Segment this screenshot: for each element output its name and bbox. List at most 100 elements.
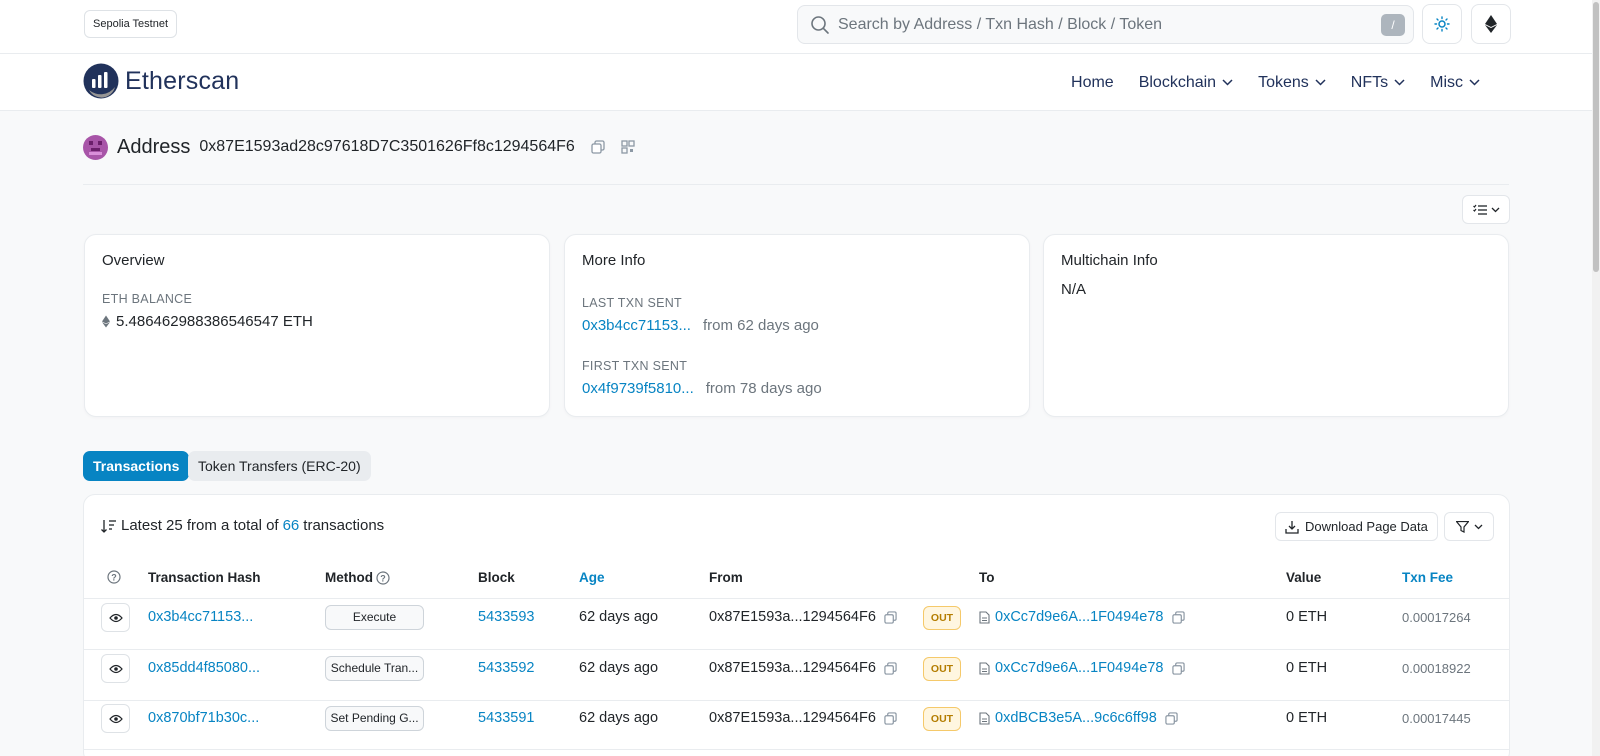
txn-hash-link[interactable]: 0x85dd4f85080... — [148, 660, 260, 676]
summary-prefix: Latest 25 from a total of — [121, 517, 279, 534]
page-scrollbar[interactable] — [1592, 0, 1600, 756]
more-info-title: More Info — [582, 252, 646, 269]
txn-hash-link[interactable]: 0x3b4cc71153... — [148, 609, 253, 625]
question-circle-icon[interactable]: ? — [376, 570, 390, 585]
search-box[interactable]: / — [797, 5, 1414, 44]
more-info-card: More Info LAST TXN SENT 0x3b4cc71153... … — [564, 234, 1030, 417]
view-details-button[interactable] — [101, 603, 130, 632]
network-badge[interactable]: Sepolia Testnet — [84, 10, 178, 38]
txn-hash-link[interactable]: 0x870bf71b30c... — [148, 710, 259, 726]
copy-icon[interactable] — [1165, 711, 1178, 725]
first-txn-age: from 78 days ago — [705, 380, 822, 397]
tab-transactions[interactable]: Transactions — [83, 451, 190, 481]
brand-name: Etherscan — [125, 66, 240, 95]
eye-icon — [108, 613, 123, 622]
txn-value: 0 ETH — [1286, 660, 1328, 676]
method-badge[interactable]: Schedule Tran... — [325, 656, 424, 681]
ethereum-icon — [1485, 15, 1497, 33]
eth-balance-label: ETH BALANCE — [102, 292, 193, 306]
search-input[interactable] — [838, 6, 1358, 43]
from-address: 0x87E1593a...1294564F6 — [709, 660, 876, 676]
copy-icon — [591, 140, 605, 154]
qr-code-button[interactable] — [621, 140, 635, 154]
th-method: Method ? — [325, 570, 390, 585]
txn-age: 62 days ago — [579, 710, 659, 726]
direction-badge: OUT — [923, 606, 961, 630]
scrollbar-thumb[interactable] — [1593, 2, 1599, 272]
first-txn-row: 0x4f9739f5810... from 78 days ago — [582, 380, 822, 397]
copy-icon[interactable] — [1171, 661, 1185, 675]
th-value: Value — [1286, 570, 1322, 585]
last-txn-link[interactable]: 0x3b4cc71153... — [582, 317, 691, 334]
nav-blockchain[interactable]: Blockchain — [1139, 74, 1233, 92]
nav-misc-label: Misc — [1430, 73, 1463, 91]
th-txn-fee[interactable]: Txn Fee — [1402, 570, 1453, 585]
list-check-icon — [1472, 204, 1487, 215]
nav-tokens-label: Tokens — [1258, 73, 1309, 91]
download-page-data-button[interactable]: Download Page Data — [1275, 512, 1438, 541]
chevron-down-icon — [1469, 79, 1480, 86]
search-shortcut-key: / — [1381, 14, 1405, 36]
th-info[interactable]: ? — [107, 570, 121, 584]
nav-menu: Home Blockchain Tokens NFTs Misc — [1046, 54, 1480, 111]
view-details-button[interactable] — [101, 704, 130, 733]
last-txn-age: from 62 days ago — [702, 317, 819, 334]
to-address-link[interactable]: 0xdBCB3e5A...9c6c6ff98 — [995, 710, 1157, 726]
address-title: Address — [117, 135, 191, 158]
to-cell: 0xdBCB3e5A...9c6c6ff98 — [979, 710, 1178, 726]
txn-age: 62 days ago — [579, 609, 659, 625]
nav-tokens[interactable]: Tokens — [1258, 74, 1326, 92]
multichain-title: Multichain Info — [1061, 252, 1158, 269]
multichain-value: N/A — [1061, 281, 1087, 298]
block-link[interactable]: 5433593 — [478, 609, 534, 625]
filter-icon — [1455, 520, 1469, 533]
transactions-summary: Latest 25 from a total of 66 transaction… — [101, 517, 384, 534]
from-cell: 0x87E1593a...1294564F6 — [709, 660, 897, 676]
last-txn-row: 0x3b4cc71153... from 62 days ago — [582, 317, 819, 334]
to-cell: 0xCc7d9e6A...1F0494e78 — [979, 609, 1185, 625]
block-link[interactable]: 5433591 — [478, 710, 534, 726]
theme-toggle-button[interactable] — [1422, 4, 1462, 44]
from-cell: 0x87E1593a...1294564F6 — [709, 710, 897, 726]
nav-nfts[interactable]: NFTs — [1351, 74, 1405, 92]
to-address-link[interactable]: 0xCc7d9e6A...1F0494e78 — [995, 660, 1164, 676]
method-badge[interactable]: Execute — [325, 605, 424, 630]
nav-nfts-label: NFTs — [1350, 73, 1389, 91]
search-icon — [811, 16, 829, 34]
copy-address-button[interactable] — [591, 140, 605, 154]
nav-home[interactable]: Home — [1071, 74, 1114, 92]
chevron-down-icon — [1394, 79, 1405, 86]
contract-file-icon — [979, 610, 990, 624]
view-details-button[interactable] — [101, 654, 130, 683]
chevron-down-icon — [1491, 207, 1499, 212]
th-age[interactable]: Age — [579, 570, 605, 585]
address-header: Address 0x87E1593ad28c97618D7C3501626Ff8… — [83, 130, 635, 164]
chevron-down-icon — [1474, 524, 1482, 529]
summary-count-link[interactable]: 66 — [283, 517, 300, 534]
row-divider — [84, 649, 1509, 650]
from-address: 0x87E1593a...1294564F6 — [709, 609, 876, 625]
address-hash: 0x87E1593ad28c97618D7C3501626Ff8c1294564… — [199, 138, 575, 155]
brand-logo-link[interactable]: Etherscan — [83, 63, 239, 99]
to-address-link[interactable]: 0xCc7d9e6A...1F0494e78 — [995, 609, 1164, 625]
method-badge[interactable]: Set Pending G... — [325, 706, 424, 731]
filter-button[interactable] — [1444, 512, 1494, 541]
network-switch-button[interactable] — [1471, 4, 1511, 44]
download-icon — [1285, 520, 1299, 534]
first-txn-label: FIRST TXN SENT — [582, 359, 688, 373]
first-txn-link[interactable]: 0x4f9739f5810... — [582, 380, 694, 397]
nav-misc[interactable]: Misc — [1430, 74, 1480, 92]
view-options-button[interactable] — [1462, 195, 1510, 224]
tab-token-transfers[interactable]: Token Transfers (ERC-20) — [188, 451, 371, 481]
download-label: Download Page Data — [1305, 519, 1428, 534]
copy-icon[interactable] — [884, 661, 897, 675]
question-circle-icon: ? — [107, 570, 121, 584]
block-link[interactable]: 5433592 — [478, 660, 534, 676]
chevron-down-icon — [1315, 79, 1326, 86]
copy-icon[interactable] — [1171, 610, 1185, 624]
copy-icon[interactable] — [884, 610, 897, 624]
from-cell: 0x87E1593a...1294564F6 — [709, 609, 897, 625]
contract-file-icon — [979, 661, 990, 675]
txn-value: 0 ETH — [1286, 609, 1328, 625]
copy-icon[interactable] — [884, 711, 897, 725]
